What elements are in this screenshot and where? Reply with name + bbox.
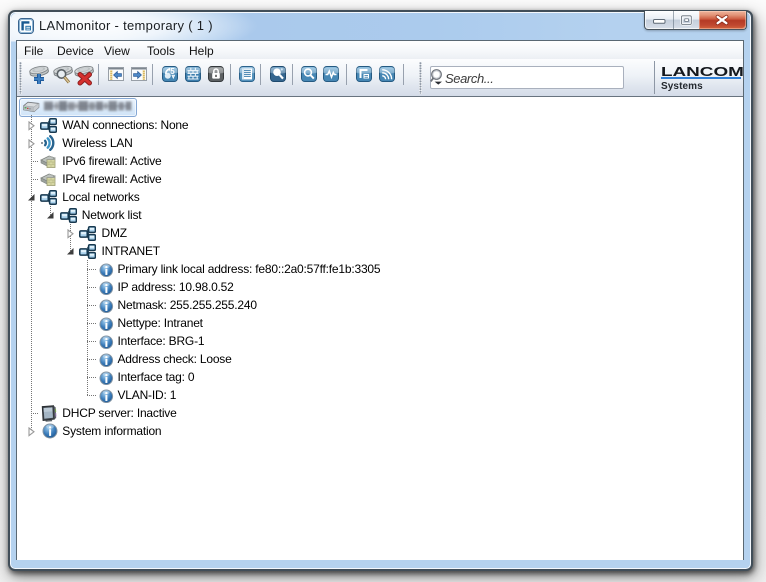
svg-text:5: 5 [170,67,175,76]
